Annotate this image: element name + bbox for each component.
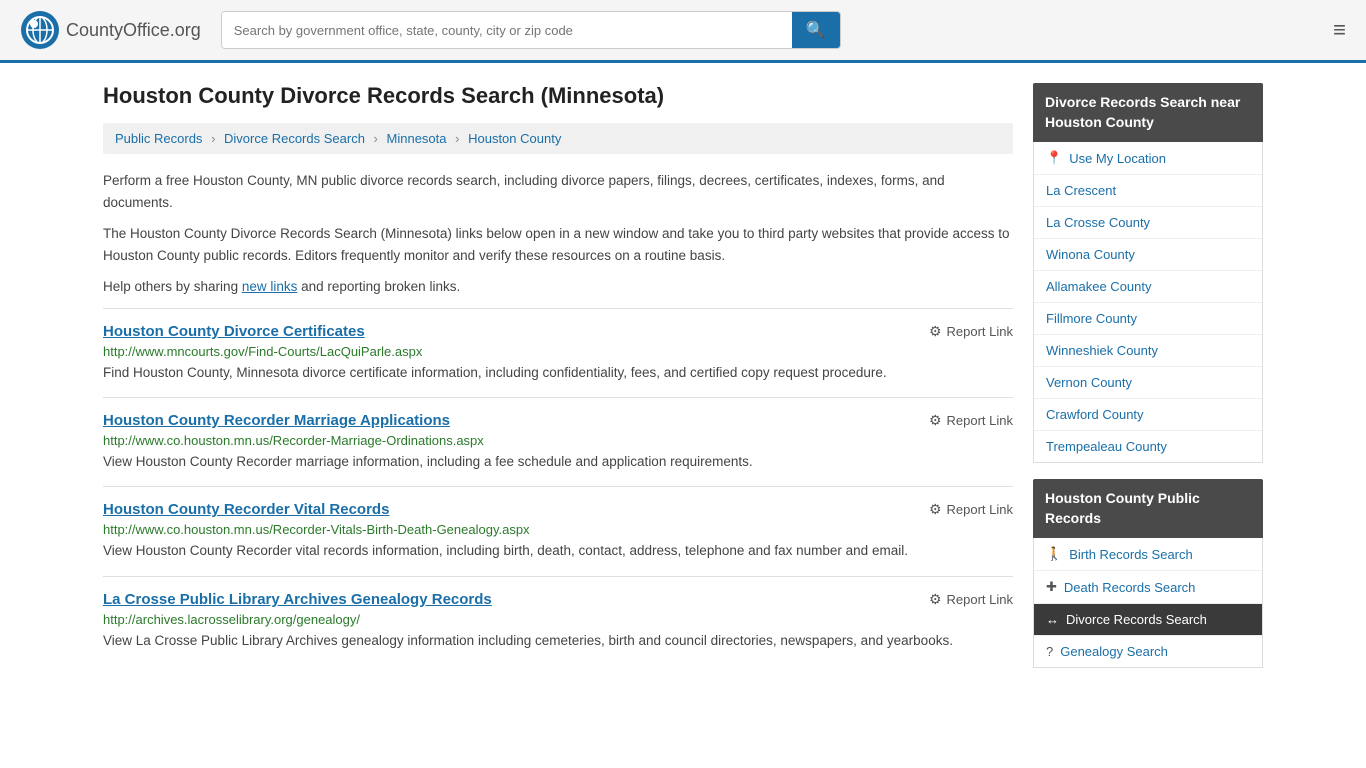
record-header-2: Houston County Recorder Marriage Applica…	[103, 412, 1013, 429]
record-url-2[interactable]: http://www.co.houston.mn.us/Recorder-Mar…	[103, 433, 1013, 448]
record-desc-3: View Houston County Recorder vital recor…	[103, 541, 1013, 561]
description-3: Help others by sharing new links and rep…	[103, 276, 1013, 298]
sidebar-item-vernon-county[interactable]: Vernon County	[1034, 367, 1262, 399]
report-link-4[interactable]: ⚙ Report Link	[929, 591, 1013, 608]
allamakee-county-link[interactable]: Allamakee County	[1046, 279, 1152, 294]
death-records-icon: ✚	[1046, 579, 1057, 595]
sidebar-public-records-section: Houston County Public Records 🚶 Birth Re…	[1033, 479, 1263, 668]
record-header-1: Houston County Divorce Certificates ⚙ Re…	[103, 323, 1013, 340]
report-link-3[interactable]: ⚙ Report Link	[929, 501, 1013, 518]
record-header-4: La Crosse Public Library Archives Geneal…	[103, 591, 1013, 608]
logo[interactable]: CountyOffice.org	[20, 10, 201, 50]
header: CountyOffice.org 🔍 ≡	[0, 0, 1366, 63]
sidebar-nearby-section: Divorce Records Search near Houston Coun…	[1033, 83, 1263, 463]
genealogy-icon: ?	[1046, 644, 1053, 659]
fillmore-county-link[interactable]: Fillmore County	[1046, 311, 1137, 326]
sidebar-item-winona-county[interactable]: Winona County	[1034, 239, 1262, 271]
use-my-location-link[interactable]: Use My Location	[1069, 151, 1166, 166]
report-icon-3: ⚙	[929, 501, 942, 518]
report-icon-1: ⚙	[929, 323, 942, 340]
description-1: Perform a free Houston County, MN public…	[103, 170, 1013, 213]
trempealeau-county-link[interactable]: Trempealeau County	[1046, 439, 1167, 454]
content-area: Houston County Divorce Records Search (M…	[103, 83, 1013, 684]
sidebar-item-death-records[interactable]: ✚ Death Records Search	[1034, 571, 1262, 604]
report-link-1[interactable]: ⚙ Report Link	[929, 323, 1013, 340]
winona-county-link[interactable]: Winona County	[1046, 247, 1135, 262]
logo-text: CountyOffice.org	[66, 20, 201, 41]
la-crescent-link[interactable]: La Crescent	[1046, 183, 1116, 198]
breadcrumb-houston-county[interactable]: Houston County	[468, 131, 561, 146]
crawford-county-link[interactable]: Crawford County	[1046, 407, 1144, 422]
search-input[interactable]	[222, 12, 792, 48]
new-links[interactable]: new links	[242, 279, 298, 294]
record-title-3[interactable]: Houston County Recorder Vital Records	[103, 501, 389, 518]
breadcrumb: Public Records › Divorce Records Search …	[103, 123, 1013, 154]
genealogy-link[interactable]: Genealogy Search	[1060, 644, 1168, 659]
sidebar-item-divorce-records[interactable]: ↔ Divorce Records Search	[1034, 604, 1262, 636]
logo-icon	[20, 10, 60, 50]
report-link-2[interactable]: ⚙ Report Link	[929, 412, 1013, 429]
sidebar-item-la-crescent[interactable]: La Crescent	[1034, 175, 1262, 207]
sidebar-item-genealogy-search[interactable]: ? Genealogy Search	[1034, 636, 1262, 667]
record-item-2: Houston County Recorder Marriage Applica…	[103, 397, 1013, 486]
sidebar-item-birth-records[interactable]: 🚶 Birth Records Search	[1034, 538, 1262, 571]
sidebar-item-allamakee-county[interactable]: Allamakee County	[1034, 271, 1262, 303]
winneshiek-county-link[interactable]: Winneshiek County	[1046, 343, 1158, 358]
report-icon-4: ⚙	[929, 591, 942, 608]
sidebar-nearby-list: 📍 Use My Location La Crescent La Crosse …	[1033, 142, 1263, 463]
record-desc-1: Find Houston County, Minnesota divorce c…	[103, 363, 1013, 383]
record-header-3: Houston County Recorder Vital Records ⚙ …	[103, 501, 1013, 518]
description-2: The Houston County Divorce Records Searc…	[103, 223, 1013, 266]
record-url-3[interactable]: http://www.co.houston.mn.us/Recorder-Vit…	[103, 522, 1013, 537]
page-title: Houston County Divorce Records Search (M…	[103, 83, 1013, 109]
sidebar-public-records-list: 🚶 Birth Records Search ✚ Death Records S…	[1033, 538, 1263, 668]
record-title-2[interactable]: Houston County Recorder Marriage Applica…	[103, 412, 450, 429]
sidebar-public-records-header: Houston County Public Records	[1033, 479, 1263, 538]
breadcrumb-public-records[interactable]: Public Records	[115, 131, 202, 146]
record-url-1[interactable]: http://www.mncourts.gov/Find-Courts/LacQ…	[103, 344, 1013, 359]
search-button[interactable]: 🔍	[792, 12, 840, 48]
death-records-link[interactable]: Death Records Search	[1064, 580, 1196, 595]
sidebar-nearby-header: Divorce Records Search near Houston Coun…	[1033, 83, 1263, 142]
record-item: Houston County Divorce Certificates ⚙ Re…	[103, 308, 1013, 397]
record-url-4[interactable]: http://archives.lacrosselibrary.org/gene…	[103, 612, 1013, 627]
sidebar: Divorce Records Search near Houston Coun…	[1033, 83, 1263, 684]
sidebar-item-trempealeau-county[interactable]: Trempealeau County	[1034, 431, 1262, 462]
record-item-4: La Crosse Public Library Archives Geneal…	[103, 576, 1013, 665]
sidebar-item-winneshiek-county[interactable]: Winneshiek County	[1034, 335, 1262, 367]
la-crosse-county-link[interactable]: La Crosse County	[1046, 215, 1150, 230]
birth-records-icon: 🚶	[1046, 546, 1062, 562]
sidebar-item-use-my-location[interactable]: 📍 Use My Location	[1034, 142, 1262, 175]
breadcrumb-divorce-records[interactable]: Divorce Records Search	[224, 131, 365, 146]
breadcrumb-minnesota[interactable]: Minnesota	[387, 131, 447, 146]
location-pin-icon: 📍	[1046, 150, 1062, 166]
divorce-records-icon: ↔	[1046, 612, 1059, 627]
record-desc-4: View La Crosse Public Library Archives g…	[103, 631, 1013, 651]
sidebar-item-crawford-county[interactable]: Crawford County	[1034, 399, 1262, 431]
menu-icon[interactable]: ≡	[1333, 17, 1346, 43]
sidebar-item-fillmore-county[interactable]: Fillmore County	[1034, 303, 1262, 335]
search-bar: 🔍	[221, 11, 841, 49]
vernon-county-link[interactable]: Vernon County	[1046, 375, 1132, 390]
sidebar-item-la-crosse-county[interactable]: La Crosse County	[1034, 207, 1262, 239]
main-container: Houston County Divorce Records Search (M…	[83, 63, 1283, 704]
record-desc-2: View Houston County Recorder marriage in…	[103, 452, 1013, 472]
birth-records-link[interactable]: Birth Records Search	[1069, 547, 1193, 562]
record-title-1[interactable]: Houston County Divorce Certificates	[103, 323, 365, 340]
divorce-records-link[interactable]: Divorce Records Search	[1066, 612, 1207, 627]
record-item-3: Houston County Recorder Vital Records ⚙ …	[103, 486, 1013, 575]
record-title-4[interactable]: La Crosse Public Library Archives Geneal…	[103, 591, 492, 608]
report-icon-2: ⚙	[929, 412, 942, 429]
